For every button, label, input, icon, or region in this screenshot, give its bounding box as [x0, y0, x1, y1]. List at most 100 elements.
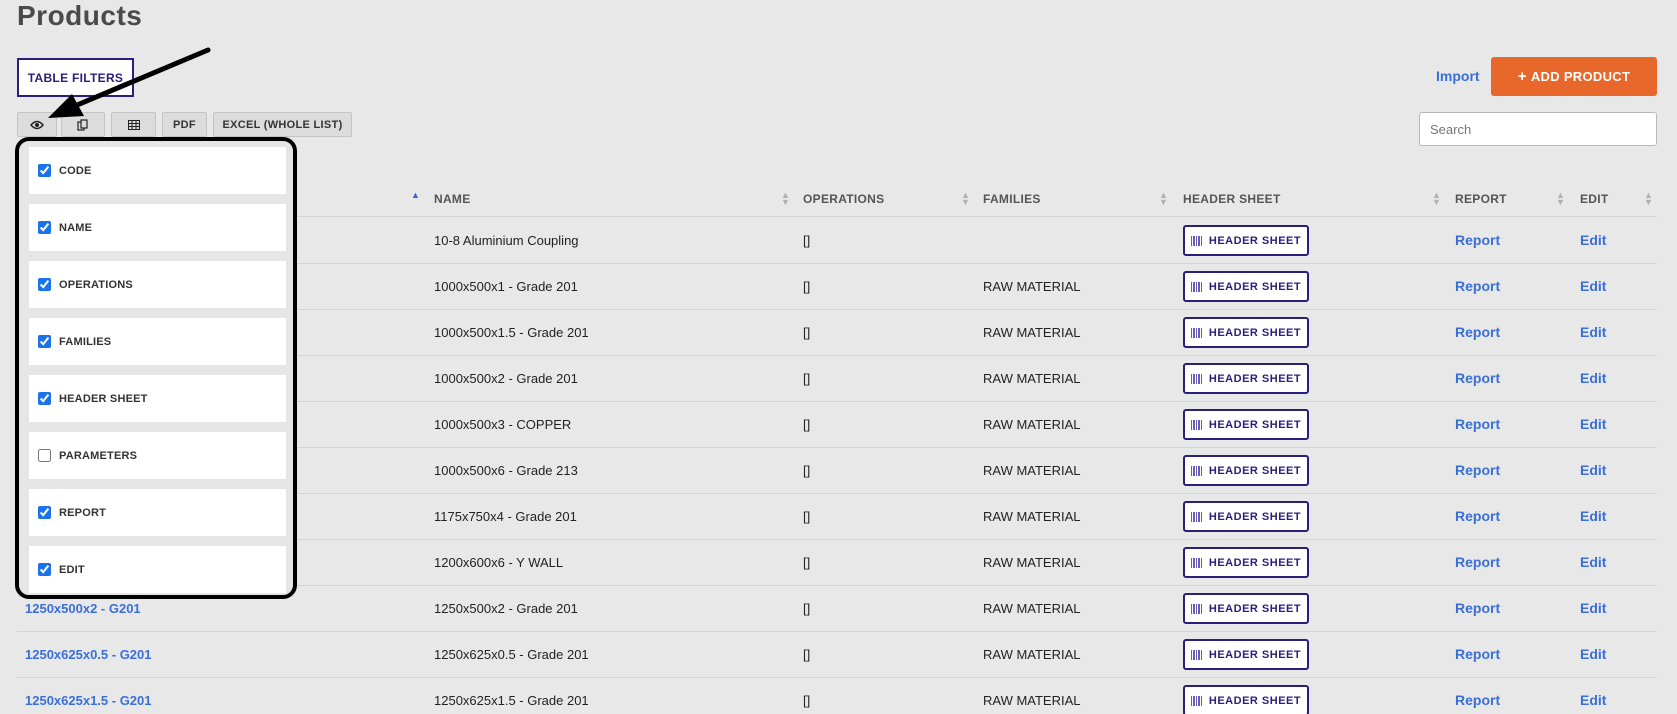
column-toggle-name[interactable]: NAME [29, 204, 286, 251]
product-code-link[interactable]: 1250x625x0.5 - G201 [25, 647, 152, 662]
column-visibility-button[interactable] [17, 112, 57, 137]
product-operations: [] [803, 417, 811, 432]
column-toggle-label: HEADER SHEET [59, 392, 148, 405]
barcode-icon [1190, 281, 1203, 292]
column-header-report[interactable]: REPORT [1455, 192, 1507, 206]
product-operations: [] [803, 233, 811, 248]
column-toggle-header-sheet[interactable]: HEADER SHEET [29, 375, 286, 422]
edit-link[interactable]: Edit [1580, 232, 1606, 248]
product-operations: [] [803, 555, 811, 570]
edit-link[interactable]: Edit [1580, 462, 1606, 478]
column-toggle-code[interactable]: CODE [29, 147, 286, 194]
header-sheet-button[interactable]: HEADER SHEET [1183, 271, 1309, 302]
sort-icon[interactable]: ▲ ▼ [961, 191, 970, 207]
header-sheet-button[interactable]: HEADER SHEET [1183, 409, 1309, 440]
product-name: 1250x500x2 - Grade 201 [434, 601, 578, 616]
barcode-icon [1190, 419, 1203, 430]
product-families: RAW MATERIAL [983, 371, 1081, 386]
edit-link[interactable]: Edit [1580, 416, 1606, 432]
report-link[interactable]: Report [1455, 462, 1500, 478]
column-checkbox[interactable] [38, 164, 51, 177]
column-checkbox[interactable] [38, 392, 51, 405]
add-product-label: ADD PRODUCT [1530, 69, 1631, 84]
column-visibility-panel: CODE NAME OPERATIONS FAMILIES HEADER SHE… [15, 137, 297, 599]
edit-link[interactable]: Edit [1580, 600, 1606, 616]
header-sheet-button[interactable]: HEADER SHEET [1183, 225, 1309, 256]
header-sheet-label: HEADER SHEET [1208, 372, 1302, 385]
report-link[interactable]: Report [1455, 600, 1500, 616]
column-checkbox[interactable] [38, 221, 51, 234]
sort-icon[interactable]: ▲ ▼ [1432, 191, 1441, 207]
report-link[interactable]: Report [1455, 278, 1500, 294]
sort-icon[interactable]: ▲ ▼ [1556, 191, 1565, 207]
header-sheet-label: HEADER SHEET [1208, 694, 1302, 707]
column-checkbox[interactable] [38, 506, 51, 519]
sort-icon[interactable]: ▲ [411, 191, 420, 200]
product-name: 10-8 Aluminium Coupling [434, 233, 579, 248]
column-header-name[interactable]: NAME [434, 192, 471, 206]
header-sheet-button[interactable]: HEADER SHEET [1183, 363, 1309, 394]
import-link[interactable]: Import [1436, 68, 1480, 84]
report-link[interactable]: Report [1455, 416, 1500, 432]
header-sheet-button[interactable]: HEADER SHEET [1183, 593, 1309, 624]
column-checkbox[interactable] [38, 335, 51, 348]
report-link[interactable]: Report [1455, 324, 1500, 340]
column-toggle-label: NAME [59, 221, 93, 234]
header-sheet-button[interactable]: HEADER SHEET [1183, 501, 1309, 532]
column-header-edit[interactable]: EDIT [1580, 192, 1609, 206]
copy-button[interactable] [61, 112, 105, 137]
column-toggle-operations[interactable]: OPERATIONS [29, 261, 286, 308]
column-header-families[interactable]: FAMILIES [983, 192, 1041, 206]
csv-button[interactable] [111, 112, 156, 137]
product-code-link[interactable]: 1250x625x1.5 - G201 [25, 693, 152, 708]
header-sheet-label: HEADER SHEET [1208, 510, 1302, 523]
search-input[interactable] [1419, 112, 1657, 146]
sort-icon[interactable]: ▲ ▼ [1159, 191, 1168, 207]
column-header-operations[interactable]: OPERATIONS [803, 192, 884, 206]
product-operations: [] [803, 463, 811, 478]
report-link[interactable]: Report [1455, 646, 1500, 662]
report-link[interactable]: Report [1455, 232, 1500, 248]
edit-link[interactable]: Edit [1580, 370, 1606, 386]
table-row: 1250x625x0.5 - G201 1250x625x0.5 - Grade… [17, 632, 1657, 678]
product-code-link[interactable]: 1250x500x2 - G201 [25, 601, 141, 616]
report-link[interactable]: Report [1455, 508, 1500, 524]
report-link[interactable]: Report [1455, 370, 1500, 386]
edit-link[interactable]: Edit [1580, 324, 1606, 340]
header-sheet-button[interactable]: HEADER SHEET [1183, 547, 1309, 578]
edit-link[interactable]: Edit [1580, 508, 1606, 524]
column-checkbox[interactable] [38, 449, 51, 462]
column-toggle-families[interactable]: FAMILIES [29, 318, 286, 365]
product-operations: [] [803, 371, 811, 386]
header-sheet-label: HEADER SHEET [1208, 556, 1302, 569]
edit-link[interactable]: Edit [1580, 692, 1606, 708]
product-operations: [] [803, 325, 811, 340]
column-checkbox[interactable] [38, 563, 51, 576]
product-name: 1000x500x6 - Grade 213 [434, 463, 578, 478]
column-toggle-report[interactable]: REPORT [29, 489, 286, 536]
column-header-header-sheet[interactable]: HEADER SHEET [1183, 192, 1281, 206]
table-filters-button[interactable]: TABLE FILTERS [17, 58, 134, 97]
header-sheet-button[interactable]: HEADER SHEET [1183, 639, 1309, 670]
product-families: RAW MATERIAL [983, 509, 1081, 524]
add-product-button[interactable]: + ADD PRODUCT [1491, 57, 1657, 96]
edit-link[interactable]: Edit [1580, 554, 1606, 570]
column-toggle-parameters[interactable]: PARAMETERS [29, 432, 286, 479]
report-link[interactable]: Report [1455, 554, 1500, 570]
column-toggle-edit[interactable]: EDIT [29, 546, 286, 593]
excel-whole-list-button[interactable]: EXCEL (WHOLE LIST) [213, 112, 352, 137]
report-link[interactable]: Report [1455, 692, 1500, 708]
header-sheet-button[interactable]: HEADER SHEET [1183, 317, 1309, 348]
column-checkbox[interactable] [38, 278, 51, 291]
product-operations: [] [803, 279, 811, 294]
edit-link[interactable]: Edit [1580, 646, 1606, 662]
edit-link[interactable]: Edit [1580, 278, 1606, 294]
barcode-icon [1190, 327, 1203, 338]
header-sheet-button[interactable]: HEADER SHEET [1183, 455, 1309, 486]
pdf-button[interactable]: PDF [162, 112, 207, 137]
header-sheet-label: HEADER SHEET [1208, 280, 1302, 293]
table-row: 1250x625x1.5 - G201 1250x625x1.5 - Grade… [17, 678, 1657, 714]
sort-icon[interactable]: ▲ ▼ [781, 191, 790, 207]
header-sheet-button[interactable]: HEADER SHEET [1183, 685, 1309, 714]
sort-icon[interactable]: ▲ ▼ [1644, 191, 1653, 207]
